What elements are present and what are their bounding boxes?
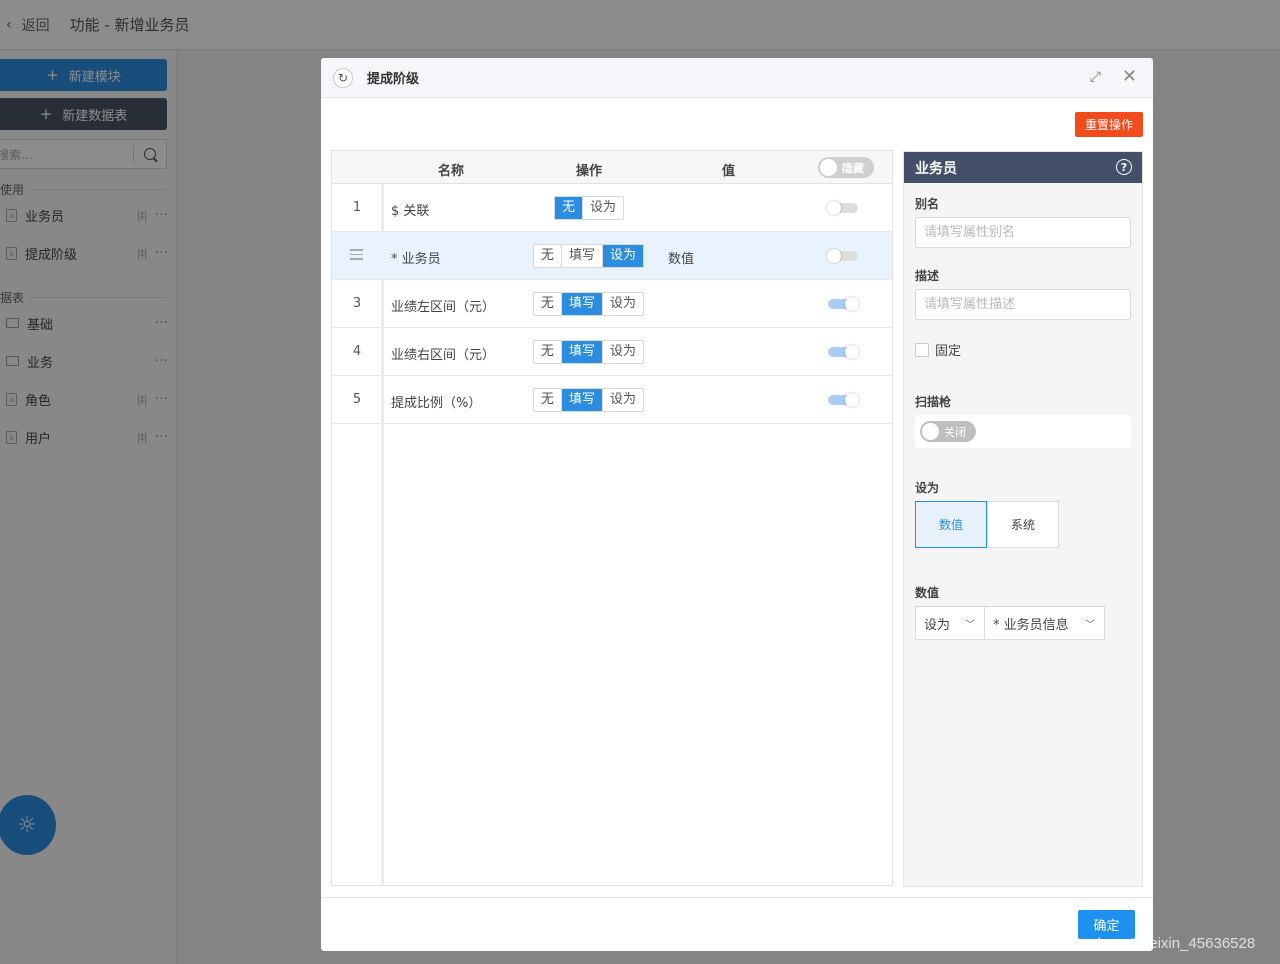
hide-switch[interactable] [828, 345, 859, 359]
switch-knob [845, 345, 859, 359]
hide-switch[interactable] [827, 249, 858, 263]
row-name: 业绩右区间（元） [391, 348, 496, 363]
value-mode-select[interactable]: 设为 ﹀ [915, 606, 985, 640]
row-name: * 业务员 [391, 252, 441, 267]
header-operation: 操作 [576, 164, 603, 179]
header-value: 值 [722, 164, 736, 179]
table-row[interactable]: 3 业绩左区间（元） 无 填写 设为 [332, 280, 892, 328]
drag-handle-icon[interactable] [350, 249, 363, 263]
op-fill[interactable]: 填写 [562, 245, 604, 267]
description-label: 描述 [915, 269, 940, 283]
alias-input[interactable]: 请填写属性别名 [915, 217, 1131, 248]
operation-segmented: 无 填写 设为 [533, 292, 645, 316]
set-as-option-value[interactable]: 数值 [915, 501, 987, 548]
fixed-checkbox[interactable]: 固定 [915, 340, 961, 359]
row-number: 5 [352, 392, 362, 407]
set-as-option-system[interactable]: 系统 [987, 501, 1059, 548]
toggle-knob [820, 159, 837, 176]
op-fill[interactable]: 填写 [562, 341, 604, 363]
row-value: 数值 [668, 252, 695, 267]
op-set[interactable]: 设为 [583, 197, 623, 219]
row-name: $ 关联 [391, 204, 430, 219]
row-number: 3 [352, 296, 362, 311]
op-set[interactable]: 设为 [603, 245, 644, 267]
row-name: 提成比例（%） [391, 396, 482, 411]
value-label: 数值 [915, 586, 940, 600]
modal-title: 提成阶级 [367, 72, 420, 87]
footer-divider [321, 897, 1153, 898]
scanner-row: 关闭 [915, 415, 1131, 448]
table-row-selected[interactable]: * 业务员 无 填写 设为 数值 [332, 232, 892, 280]
set-as-label: 设为 [915, 481, 940, 495]
header-name: 名称 [438, 164, 465, 179]
hide-toggle-label: 隐藏 [842, 162, 864, 175]
help-icon[interactable]: ? [1116, 159, 1132, 175]
hide-switch[interactable] [827, 201, 858, 215]
field-grid: 名称 操作 值 隐藏 1 $ 关联 无 设为 * 业务员 无 填写 设为 数值 … [331, 150, 893, 886]
scanner-toggle-label: 关闭 [944, 426, 966, 439]
op-none[interactable]: 无 [534, 293, 563, 315]
alias-label: 别名 [915, 197, 940, 211]
switch-knob [845, 393, 859, 407]
chevron-down-icon: ﹀ [965, 620, 975, 631]
properties-panel: 业务员 ? 别名 请填写属性别名 描述 请填写属性描述 固定 扫描枪 关闭 设为… [903, 151, 1143, 887]
row-number: 1 [352, 200, 362, 215]
table-row[interactable]: 5 提成比例（%） 无 填写 设为 [332, 376, 892, 424]
grid-header: 名称 操作 值 隐藏 [332, 151, 892, 184]
hide-switch[interactable] [828, 393, 859, 407]
toggle-knob [922, 423, 939, 440]
checkbox-box[interactable] [915, 342, 929, 357]
op-none[interactable]: 无 [555, 197, 584, 219]
refresh-icon[interactable]: ↻ [333, 67, 353, 88]
commission-modal: ↻ 提成阶级 ⤢ ✕ 重置操作 名称 操作 值 隐藏 1 $ 关联 无 设为 *… [321, 58, 1153, 951]
hide-toggle[interactable]: 隐藏 [818, 157, 874, 178]
table-row[interactable]: 4 业绩右区间（元） 无 填写 设为 [332, 328, 892, 376]
operation-segmented: 无 填写 设为 [533, 388, 645, 412]
properties-title: 业务员 [915, 160, 957, 177]
op-fill[interactable]: 填写 [562, 389, 604, 411]
close-icon[interactable]: ✕ [1122, 66, 1137, 87]
scanner-label: 扫描枪 [915, 395, 952, 409]
value-source-selected: * 业务员信息 [993, 617, 1069, 633]
operation-segmented: 无 填写 设为 [533, 244, 645, 268]
value-source-select[interactable]: * 业务员信息 ﹀ [984, 606, 1105, 640]
properties-header: 业务员 ? [904, 152, 1142, 183]
fullscreen-icon[interactable]: ⤢ [1090, 69, 1101, 85]
reset-button[interactable]: 重置操作 [1075, 112, 1143, 137]
op-set[interactable]: 设为 [603, 341, 643, 363]
scanner-toggle[interactable]: 关闭 [920, 421, 976, 442]
fixed-label: 固定 [935, 344, 962, 359]
op-none[interactable]: 无 [534, 389, 563, 411]
op-set[interactable]: 设为 [603, 293, 643, 315]
row-name: 业绩左区间（元） [391, 300, 496, 315]
op-set[interactable]: 设为 [603, 389, 643, 411]
op-none[interactable]: 无 [534, 245, 563, 267]
switch-knob [827, 249, 841, 263]
operation-segmented: 无 设为 [554, 196, 625, 220]
table-row[interactable]: 1 $ 关联 无 设为 [332, 184, 892, 232]
chevron-down-icon: ﹀ [1085, 620, 1095, 631]
hide-switch[interactable] [828, 297, 859, 311]
description-input[interactable]: 请填写属性描述 [915, 289, 1131, 320]
watermark: https://blog.csdn.net/weixin_45636528 [1000, 935, 1256, 952]
operation-segmented: 无 填写 设为 [533, 340, 645, 364]
op-none[interactable]: 无 [534, 341, 563, 363]
value-mode-selected: 设为 [924, 617, 951, 633]
op-fill[interactable]: 填写 [562, 293, 604, 315]
modal-header: ↻ 提成阶级 ⤢ ✕ [321, 58, 1153, 98]
switch-knob [845, 297, 859, 311]
switch-knob [827, 201, 841, 215]
row-number: 4 [352, 344, 362, 359]
